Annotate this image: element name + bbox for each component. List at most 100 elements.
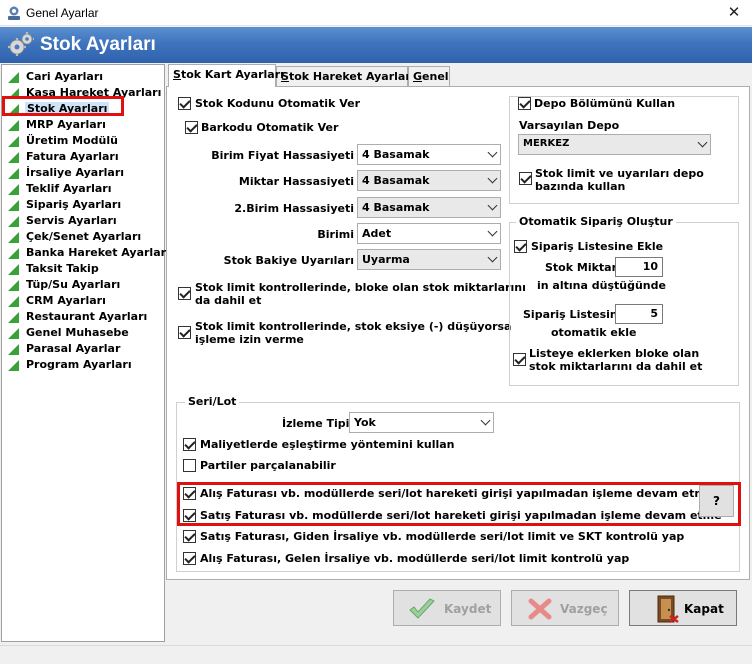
chevron-down-icon xyxy=(487,226,498,237)
alis-limit-label: Alış Faturası, Gelen İrsaliye vb. modüll… xyxy=(200,552,630,565)
siparis-miktari-input[interactable]: 5 xyxy=(615,304,663,324)
tree-node-icon xyxy=(8,200,19,211)
tree-item[interactable]: Restaurant Ayarları xyxy=(8,309,163,325)
vazgec-button[interactable]: Vazgeç xyxy=(511,590,619,626)
tree-item-label: Üretim Modülü xyxy=(26,134,118,147)
alis-limit-checkbox[interactable] xyxy=(183,552,196,565)
tree-node-icon xyxy=(8,360,19,371)
birim-fiyat-label: Birim Fiyat Hassasiyeti xyxy=(211,149,354,162)
stok-miktari-input[interactable]: 10 xyxy=(615,257,663,277)
tree-item[interactable]: Program Ayarları xyxy=(8,357,163,373)
tab-genel[interactable]: Genel xyxy=(408,66,450,86)
kapat-label: Kapat xyxy=(684,602,724,616)
tree-node-icon xyxy=(8,168,19,179)
window-title-bar: Genel Ayarlar ✕ xyxy=(0,0,752,26)
tree-item[interactable]: Sipariş Ayarları xyxy=(8,197,163,213)
tree-item-label: Teklif Ayarları xyxy=(26,182,112,195)
bloke-dahil-label-2: da dahil et xyxy=(195,294,262,307)
tree-item[interactable]: Servis Ayarları xyxy=(8,213,163,229)
tree-item[interactable]: Tüp/Su Ayarları xyxy=(8,277,163,293)
app-icon xyxy=(8,6,20,20)
eksi-izin-label-2: işleme izin verme xyxy=(195,333,304,346)
tree-node-icon xyxy=(8,136,19,147)
listeye-bloke-checkbox[interactable] xyxy=(513,353,526,366)
barkod-oto-checkbox[interactable] xyxy=(185,121,198,134)
tree-item[interactable]: Parasal Ayarlar xyxy=(8,341,163,357)
tree-item[interactable]: Cari Ayarları xyxy=(8,69,163,85)
tree-item-label: Restaurant Ayarları xyxy=(26,310,148,323)
tab-stok-hareket-ayarlari[interactable]: Stok Hareket Ayarları xyxy=(276,66,415,86)
eksi-izin-checkbox[interactable] xyxy=(178,326,191,339)
birimi-value: Adet xyxy=(362,227,392,240)
vazgec-label: Vazgeç xyxy=(560,602,608,616)
tree-item[interactable]: Fatura Ayarları xyxy=(8,149,163,165)
tree-item-label: Tüp/Su Ayarları xyxy=(26,278,121,291)
oto-siparis-title: Otomatik Sipariş Oluştur xyxy=(516,215,676,228)
tree-item-label: Sipariş Ayarları xyxy=(26,198,122,211)
miktar-select[interactable]: 4 Basamak xyxy=(357,170,501,191)
depo-limit-label-1: Stok limit ve uyarıları depo xyxy=(535,167,704,180)
depo-limit-checkbox[interactable] xyxy=(519,172,532,185)
tree-node-icon xyxy=(8,152,19,163)
tree-node-icon xyxy=(8,248,19,259)
checkmark-icon xyxy=(409,598,435,619)
stok-kodu-oto-checkbox[interactable] xyxy=(178,97,191,110)
tree-node-icon xyxy=(8,328,19,339)
tree-item-label: Cari Ayarları xyxy=(26,70,104,83)
tree-item-label: CRM Ayarları xyxy=(26,294,106,307)
bloke-dahil-checkbox[interactable] xyxy=(178,287,191,300)
tree-item-label: İrsaliye Ayarları xyxy=(26,166,125,179)
kaydet-button[interactable]: Kaydet xyxy=(393,590,501,626)
birimi-select[interactable]: Adet xyxy=(357,223,501,244)
tab-stok-kart-ayarlari[interactable]: Stok Kart Ayarları xyxy=(168,64,284,87)
chevron-down-icon xyxy=(487,147,498,158)
tree-item-label: MRP Ayarları xyxy=(26,118,106,131)
birim-fiyat-value: 4 Basamak xyxy=(362,148,430,161)
tree-item[interactable]: İrsaliye Ayarları xyxy=(8,165,163,181)
kapat-button[interactable]: Kapat xyxy=(629,590,737,626)
siparis-listesine-ekle-checkbox[interactable] xyxy=(514,240,527,253)
altina-dusunce-label: in altına düştüğünde xyxy=(537,279,666,292)
satis-limit-label: Satış Faturası, Giden İrsaliye vb. modül… xyxy=(200,530,685,543)
highlight-box-tree-selection xyxy=(2,96,124,116)
tree-item[interactable]: Üretim Modülü xyxy=(8,133,163,149)
birim2-select[interactable]: 4 Basamak xyxy=(357,197,501,218)
bakiye-select[interactable]: Uyarma xyxy=(357,249,501,270)
izleme-tipi-select[interactable]: Yok xyxy=(349,412,494,433)
depo-kullan-checkbox[interactable] xyxy=(518,97,531,110)
tree-node-icon xyxy=(8,312,19,323)
tab-label-rest: tok Kart Ayarları xyxy=(180,68,284,81)
tree-item[interactable]: Teklif Ayarları xyxy=(8,181,163,197)
tree-item-label: Fatura Ayarları xyxy=(26,150,119,163)
bloke-dahil-label-1: Stok limit kontrollerinde, bloke olan st… xyxy=(195,281,526,294)
bakiye-label: Stok Bakiye Uyarıları xyxy=(223,254,354,267)
chevron-down-icon xyxy=(697,137,708,148)
chevron-down-icon xyxy=(487,173,498,184)
tree-item-label: Genel Muhasebe xyxy=(26,326,129,339)
tree-item[interactable]: MRP Ayarları xyxy=(8,117,163,133)
tree-node-icon xyxy=(8,264,19,275)
partiler-checkbox[interactable] xyxy=(183,459,196,472)
page-header-banner: Stok Ayarları xyxy=(0,27,752,63)
tree-item[interactable]: Çek/Senet Ayarları xyxy=(8,229,163,245)
exit-door-icon xyxy=(657,595,679,623)
miktar-label: Miktar Hassasiyeti xyxy=(238,175,354,188)
highlight-box-seri-options xyxy=(177,482,741,526)
barkod-oto-label: Barkodu Otomatik Ver xyxy=(201,121,339,134)
page-title: Stok Ayarları xyxy=(40,34,156,55)
birim-fiyat-select[interactable]: 4 Basamak xyxy=(357,144,501,165)
varsayilan-depo-select[interactable]: MERKEZ xyxy=(518,134,711,155)
chevron-down-icon xyxy=(487,200,498,211)
tree-item[interactable]: Genel Muhasebe xyxy=(8,325,163,341)
tree-item[interactable]: CRM Ayarları xyxy=(8,293,163,309)
satis-limit-checkbox[interactable] xyxy=(183,530,196,543)
tree-item[interactable]: Banka Hareket Ayarları xyxy=(8,245,170,261)
close-window-button[interactable]: ✕ xyxy=(716,0,752,26)
partiler-label: Partiler parçalanabilir xyxy=(200,459,336,472)
tree-node-icon xyxy=(8,184,19,195)
birimi-label: Birimi xyxy=(317,228,354,241)
tree-item-label: Banka Hareket Ayarları xyxy=(26,246,170,259)
window-title: Genel Ayarlar xyxy=(26,6,99,20)
maliyet-checkbox[interactable] xyxy=(183,438,196,451)
tree-item[interactable]: Taksit Takip xyxy=(8,261,163,277)
